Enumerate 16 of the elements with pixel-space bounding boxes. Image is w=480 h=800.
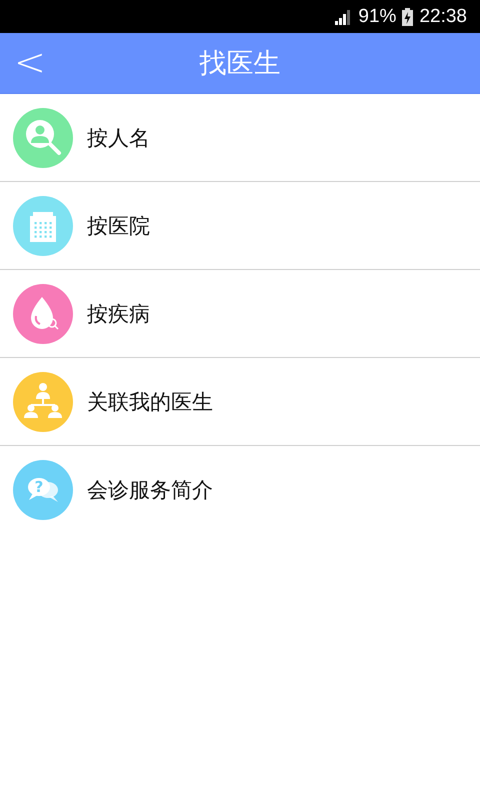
menu-item[interactable]: 按医院: [0, 182, 480, 270]
battery-charging-icon: [402, 8, 414, 26]
menu-item-label: 按医院: [87, 212, 150, 240]
clock: 22:38: [419, 6, 467, 28]
menu-item-label: 按人名: [87, 124, 150, 152]
menu-item-label: 关联我的医生: [87, 388, 213, 416]
menu-item[interactable]: 按人名: [0, 94, 480, 182]
menu-item-label: 按疾病: [87, 300, 150, 328]
battery-percent: 91%: [358, 6, 396, 28]
menu-item[interactable]: 按疾病: [0, 270, 480, 358]
chat-bubbles-icon: ?: [13, 460, 73, 520]
menu-item[interactable]: 关联我的医生: [0, 358, 480, 446]
menu-item[interactable]: ? 会诊服务简介: [0, 446, 480, 534]
page-title: 找医生: [200, 47, 280, 81]
signal-icon: [334, 8, 352, 24]
menu-item-label: 会诊服务简介: [87, 477, 213, 504]
